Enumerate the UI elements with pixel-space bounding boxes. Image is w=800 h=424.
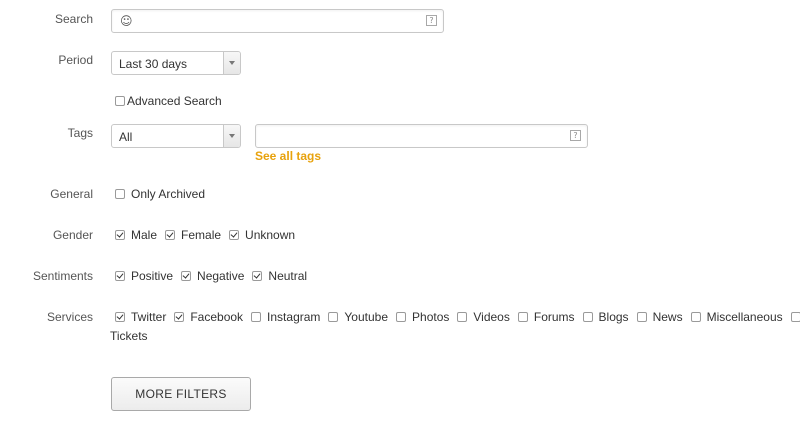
sentiments-label: Sentiments [32,269,93,283]
blogs-label: Blogs [598,310,629,324]
facebook-label: Facebook [190,310,244,324]
period-dropdown-button[interactable] [223,52,240,74]
forums-label: Forums [533,310,575,324]
services-options: Twitter Facebook Instagram Youtube Photo… [115,310,800,324]
female-checkbox[interactable] [165,230,176,240]
chevron-down-icon [229,134,235,138]
tags-selected-value: All [119,130,133,144]
only-archived-checkbox[interactable] [115,189,125,199]
search-input-value: ☺ [120,14,133,28]
chevron-down-icon [229,61,235,65]
twitter-label: Twitter [131,310,167,324]
only-archived-label: Only Archived [131,187,206,201]
tags-label: Tags [67,126,93,140]
miscellaneous-checkbox[interactable] [690,312,701,322]
male-label: Male [131,228,158,242]
male-checkbox[interactable] [115,230,125,240]
unknown-label: Unknown [245,228,296,242]
tags-dropdown-button[interactable] [223,125,240,147]
twitter-checkbox[interactable] [115,312,125,322]
general-label: General [50,187,93,201]
news-label: News [652,310,683,324]
advanced-search-option[interactable]: Advanced Search [115,94,230,108]
gender-label: Gender [52,228,93,242]
tickets-checkbox[interactable] [790,312,800,322]
tags-input[interactable]: ? [255,124,588,148]
general-options: Only Archived [115,187,213,201]
facebook-checkbox[interactable] [174,312,185,322]
neutral-checkbox[interactable] [252,271,263,281]
blogs-checkbox[interactable] [582,312,593,322]
sentiments-options: Positive Negative Neutral [115,269,315,283]
videos-label: Videos [473,310,510,324]
period-selected-value: Last 30 days [119,57,188,71]
positive-checkbox[interactable] [115,271,125,281]
tickets-label: Tickets [110,329,148,343]
forums-checkbox[interactable] [517,312,528,322]
search-help-icon[interactable]: ? [426,15,437,26]
instagram-checkbox[interactable] [251,312,262,322]
gender-options: Male Female Unknown [115,228,303,242]
negative-checkbox[interactable] [181,271,192,281]
miscellaneous-label: Miscellaneous [706,310,783,324]
see-all-tags-link[interactable]: See all tags [255,149,321,163]
period-select[interactable]: Last 30 days [111,51,241,75]
search-label: Search [54,12,93,26]
tags-select[interactable]: All [111,124,241,148]
search-input[interactable]: ☺ ? [111,9,444,33]
instagram-label: Instagram [267,310,321,324]
youtube-checkbox[interactable] [328,312,339,322]
photos-label: Photos [412,310,450,324]
unknown-checkbox[interactable] [229,230,240,240]
more-filters-button[interactable]: MORE FILTERS [111,377,251,411]
advanced-search-checkbox[interactable] [115,96,125,106]
positive-label: Positive [131,269,174,283]
female-label: Female [181,228,222,242]
news-checkbox[interactable] [636,312,647,322]
neutral-label: Neutral [268,269,308,283]
advanced-search-label: Advanced Search [127,94,222,108]
videos-checkbox[interactable] [457,312,468,322]
services-label: Services [46,310,93,324]
tags-help-icon[interactable]: ? [570,130,581,141]
period-label: Period [58,53,93,67]
negative-label: Negative [197,269,245,283]
youtube-label: Youtube [344,310,389,324]
photos-checkbox[interactable] [396,312,407,322]
